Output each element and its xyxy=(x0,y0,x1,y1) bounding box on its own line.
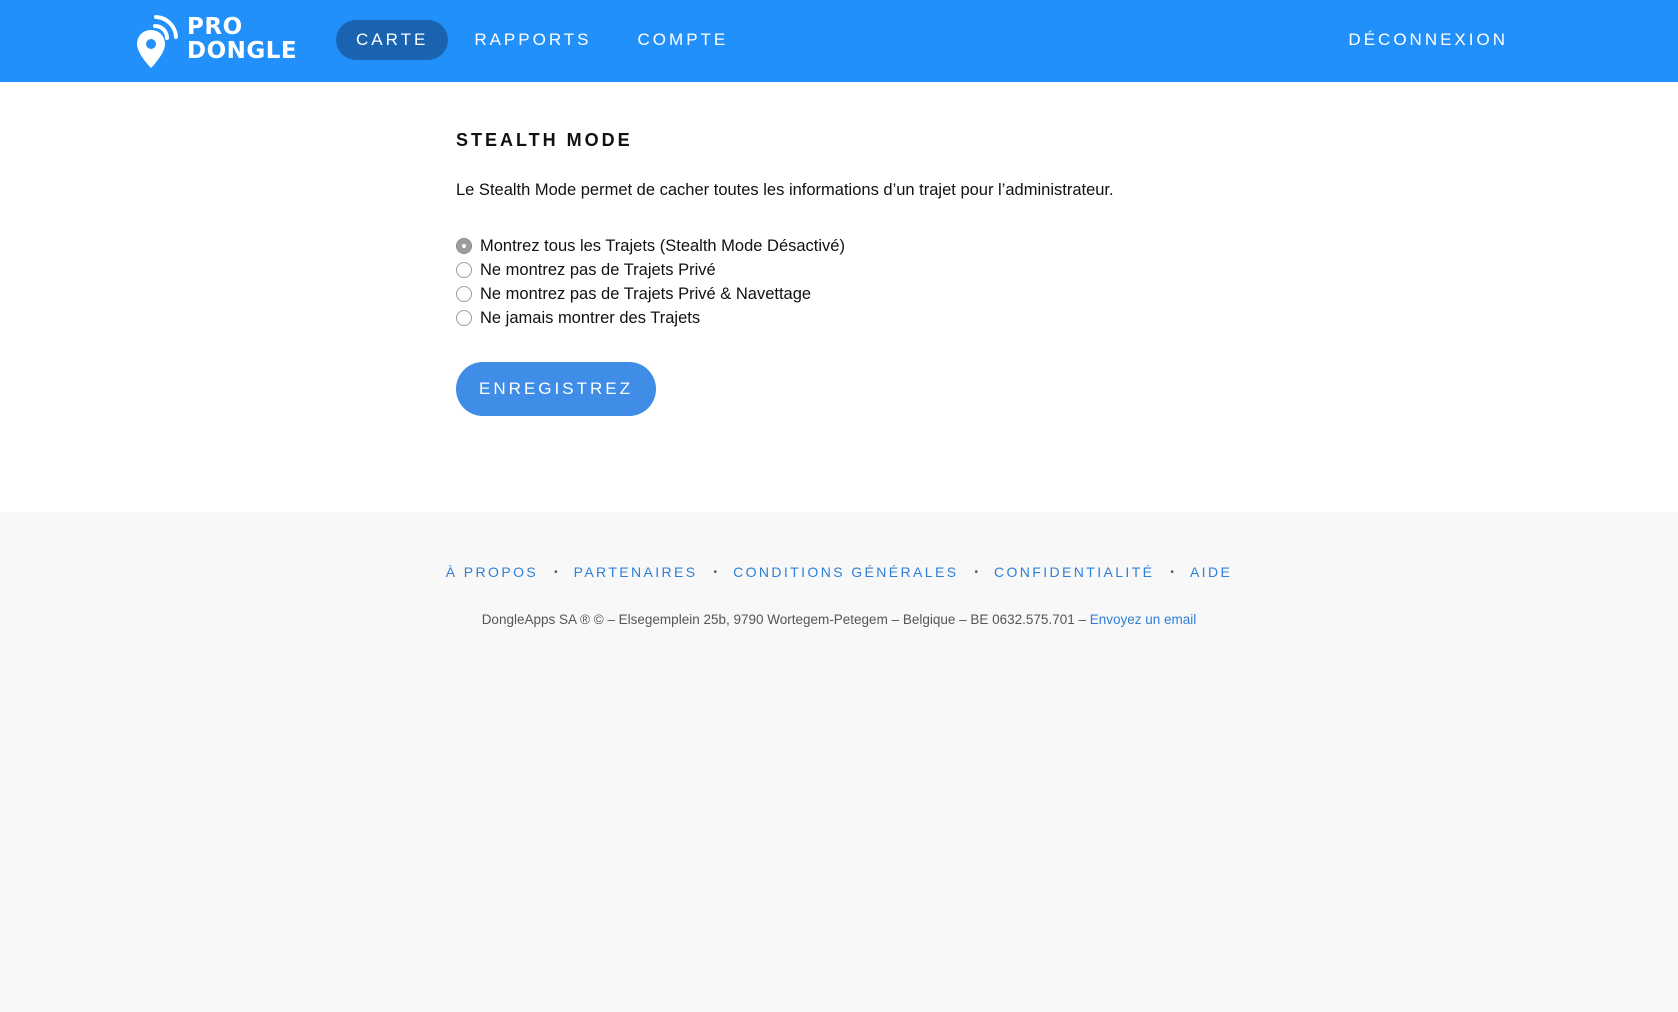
radio-show-all-trips[interactable] xyxy=(456,238,472,254)
footer-link-terms[interactable]: CONDITIONS GÉNÉRALES xyxy=(733,564,958,580)
option-label: Ne jamais montrer des Trajets xyxy=(480,308,701,327)
email-link[interactable]: Envoyez un email xyxy=(1090,612,1197,627)
main-nav: CARTE RAPPORTS COMPTE xyxy=(336,20,754,60)
radio-hide-private-trips[interactable] xyxy=(456,262,472,278)
footer-copyright: DongleApps SA ® © – Elsegemplein 25b, 97… xyxy=(0,612,1678,627)
footer-link-partners[interactable]: PARTENAIRES xyxy=(574,564,698,580)
option-never-show-trips[interactable]: Ne jamais montrer des Trajets xyxy=(456,306,1256,330)
logo-text: PRO DONGLE xyxy=(187,15,297,63)
stealth-mode-options: Montrez tous les Trajets (Stealth Mode D… xyxy=(456,234,1256,330)
nav-item-rapports[interactable]: RAPPORTS xyxy=(454,20,611,60)
footer-link-privacy[interactable]: CONFIDENTIALITÉ xyxy=(994,564,1154,580)
section-description: Le Stealth Mode permet de cacher toutes … xyxy=(456,181,1114,199)
logo-line-pro: PRO xyxy=(187,14,243,40)
footer-link-about[interactable]: À PROPOS xyxy=(446,564,538,580)
stealth-mode-section: STEALTH MODE Le Stealth Mode permet de c… xyxy=(456,130,1256,416)
footer-separator: • xyxy=(1170,566,1174,578)
save-button[interactable]: ENREGISTREZ xyxy=(456,362,656,416)
nav-item-compte[interactable]: COMPTE xyxy=(618,20,749,60)
option-hide-private-trips[interactable]: Ne montrez pas de Trajets Privé xyxy=(456,258,1256,282)
logout-link[interactable]: DÉCONNEXION xyxy=(1348,20,1508,60)
location-signal-icon xyxy=(137,15,178,68)
main-content: STEALTH MODE Le Stealth Mode permet de c… xyxy=(0,82,1678,512)
option-label: Ne montrez pas de Trajets Privé & Navett… xyxy=(480,284,812,303)
option-label: Ne montrez pas de Trajets Privé xyxy=(480,260,716,279)
footer-links: À PROPOS • PARTENAIRES • CONDITIONS GÉNÉ… xyxy=(0,564,1678,580)
footer-link-help[interactable]: AIDE xyxy=(1190,564,1232,580)
option-show-all-trips[interactable]: Montrez tous les Trajets (Stealth Mode D… xyxy=(456,234,1256,258)
footer-separator: • xyxy=(554,566,558,578)
nav-item-carte[interactable]: CARTE xyxy=(336,20,449,60)
footer-separator: • xyxy=(974,566,978,578)
option-hide-private-commute-trips[interactable]: Ne montrez pas de Trajets Privé & Navett… xyxy=(456,282,1256,306)
pro-dongle-logo[interactable]: PRO DONGLE xyxy=(135,8,297,70)
logo-line-dongle: DONGLE xyxy=(187,38,298,64)
footer: À PROPOS • PARTENAIRES • CONDITIONS GÉNÉ… xyxy=(0,512,1678,1012)
option-label: Montrez tous les Trajets (Stealth Mode D… xyxy=(480,236,845,255)
copyright-text: DongleApps SA ® © – Elsegemplein 25b, 97… xyxy=(481,612,1090,627)
radio-hide-private-commute-trips[interactable] xyxy=(456,286,472,302)
section-title: STEALTH MODE xyxy=(456,130,633,150)
footer-separator: • xyxy=(713,566,718,578)
radio-never-show-trips[interactable] xyxy=(456,310,472,326)
top-navigation-bar: PRO DONGLE CARTE RAPPORTS COMPTE DÉCONNE… xyxy=(0,0,1678,82)
